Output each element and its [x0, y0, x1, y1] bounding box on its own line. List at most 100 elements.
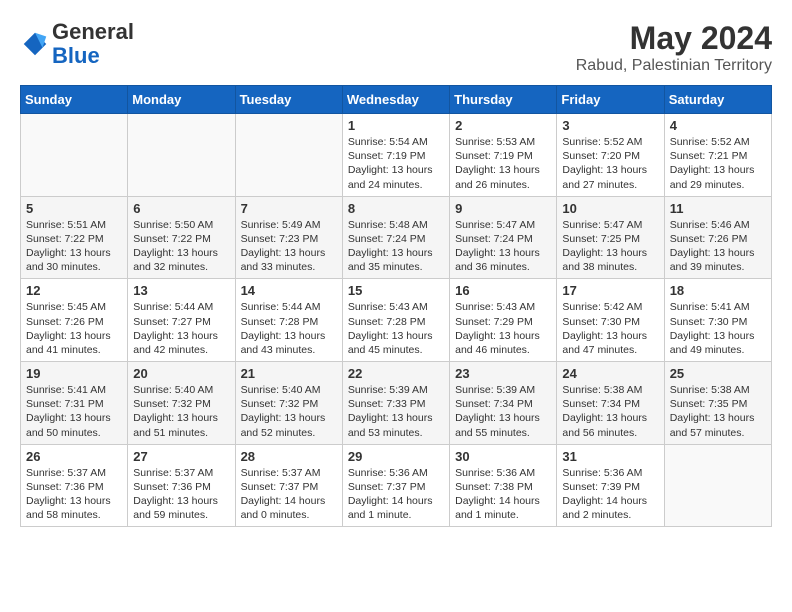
day-info: Sunrise: 5:48 AM Sunset: 7:24 PM Dayligh… — [348, 218, 444, 275]
day-number: 31 — [562, 449, 658, 464]
calendar-cell: 24 Sunrise: 5:38 AM Sunset: 7:34 PM Dayli… — [557, 362, 664, 445]
calendar-cell: 7 Sunrise: 5:49 AM Sunset: 7:23 PM Daylig… — [235, 196, 342, 279]
day-info: Sunrise: 5:54 AM Sunset: 7:19 PM Dayligh… — [348, 135, 444, 192]
day-info: Sunrise: 5:44 AM Sunset: 7:28 PM Dayligh… — [241, 300, 337, 357]
day-info: Sunrise: 5:39 AM Sunset: 7:34 PM Dayligh… — [455, 383, 551, 440]
location: Rabud, Palestinian Territory — [576, 57, 772, 75]
day-number: 29 — [348, 449, 444, 464]
month-year: May 2024 — [576, 20, 772, 57]
day-info: Sunrise: 5:36 AM Sunset: 7:39 PM Dayligh… — [562, 466, 658, 523]
day-number: 22 — [348, 366, 444, 381]
day-number: 5 — [26, 201, 122, 216]
day-number: 12 — [26, 283, 122, 298]
week-row-2: 5 Sunrise: 5:51 AM Sunset: 7:22 PM Daylig… — [21, 196, 772, 279]
day-info: Sunrise: 5:39 AM Sunset: 7:33 PM Dayligh… — [348, 383, 444, 440]
calendar-cell: 11 Sunrise: 5:46 AM Sunset: 7:26 PM Dayli… — [664, 196, 771, 279]
title-block: May 2024 Rabud, Palestinian Territory — [576, 20, 772, 75]
day-number: 25 — [670, 366, 766, 381]
calendar-cell: 12 Sunrise: 5:45 AM Sunset: 7:26 PM Dayli… — [21, 279, 128, 362]
calendar-cell: 15Sunrise: 5:43 AM Sunset: 7:28 PM Dayli… — [342, 279, 449, 362]
day-info: Sunrise: 5:37 AM Sunset: 7:36 PM Dayligh… — [133, 466, 229, 523]
calendar-cell: 17 Sunrise: 5:42 AM Sunset: 7:30 PM Dayli… — [557, 279, 664, 362]
day-info: Sunrise: 5:50 AM Sunset: 7:22 PM Dayligh… — [133, 218, 229, 275]
weekday-header-monday: Monday — [128, 86, 235, 114]
calendar-cell: 27 Sunrise: 5:37 AM Sunset: 7:36 PM Dayli… — [128, 444, 235, 527]
calendar-cell: 26 Sunrise: 5:37 AM Sunset: 7:36 PM Dayli… — [21, 444, 128, 527]
week-row-1: 1 Sunrise: 5:54 AM Sunset: 7:19 PM Daylig… — [21, 114, 772, 197]
calendar-cell: 19 Sunrise: 5:41 AM Sunset: 7:31 PM Dayli… — [21, 362, 128, 445]
day-number: 28 — [241, 449, 337, 464]
calendar-cell: 31 Sunrise: 5:36 AM Sunset: 7:39 PM Dayli… — [557, 444, 664, 527]
day-number: 8 — [348, 201, 444, 216]
day-info: Sunrise: 5:41 AM Sunset: 7:31 PM Dayligh… — [26, 383, 122, 440]
day-info: Sunrise: 5:42 AM Sunset: 7:30 PM Dayligh… — [562, 300, 658, 357]
day-number: 10 — [562, 201, 658, 216]
logo-line2: Blue — [52, 44, 134, 68]
day-info: Sunrise: 5:43 AM Sunset: 7:29 PM Dayligh… — [455, 300, 551, 357]
calendar-cell: 21 Sunrise: 5:40 AM Sunset: 7:32 PM Dayli… — [235, 362, 342, 445]
day-info: Sunrise: 5:49 AM Sunset: 7:23 PM Dayligh… — [241, 218, 337, 275]
day-info: Sunrise: 5:51 AM Sunset: 7:22 PM Dayligh… — [26, 218, 122, 275]
calendar-cell — [21, 114, 128, 197]
week-row-5: 26 Sunrise: 5:37 AM Sunset: 7:36 PM Dayli… — [21, 444, 772, 527]
day-number: 18 — [670, 283, 766, 298]
day-number: 3 — [562, 118, 658, 133]
day-number: 4 — [670, 118, 766, 133]
calendar-cell: 22 Sunrise: 5:39 AM Sunset: 7:33 PM Dayli… — [342, 362, 449, 445]
week-row-3: 12 Sunrise: 5:45 AM Sunset: 7:26 PM Dayli… — [21, 279, 772, 362]
day-number: 27 — [133, 449, 229, 464]
day-info: Sunrise: 5:52 AM Sunset: 7:21 PM Dayligh… — [670, 135, 766, 192]
calendar-cell: 8 Sunrise: 5:48 AM Sunset: 7:24 PM Daylig… — [342, 196, 449, 279]
day-info: Sunrise: 5:53 AM Sunset: 7:19 PM Dayligh… — [455, 135, 551, 192]
calendar-table: SundayMondayTuesdayWednesdayThursdayFrid… — [20, 85, 772, 527]
day-info: Sunrise: 5:46 AM Sunset: 7:26 PM Dayligh… — [670, 218, 766, 275]
calendar-cell — [664, 444, 771, 527]
day-number: 9 — [455, 201, 551, 216]
day-number: 15 — [348, 283, 444, 298]
day-number: 30 — [455, 449, 551, 464]
day-number: 21 — [241, 366, 337, 381]
day-number: 17 — [562, 283, 658, 298]
day-number: 14 — [241, 283, 337, 298]
day-info: Sunrise: 5:37 AM Sunset: 7:37 PM Dayligh… — [241, 466, 337, 523]
calendar-cell: 28 Sunrise: 5:37 AM Sunset: 7:37 PM Dayli… — [235, 444, 342, 527]
weekday-header-row: SundayMondayTuesdayWednesdayThursdayFrid… — [21, 86, 772, 114]
day-info: Sunrise: 5:38 AM Sunset: 7:34 PM Dayligh… — [562, 383, 658, 440]
day-info: Sunrise: 5:45 AM Sunset: 7:26 PM Dayligh… — [26, 300, 122, 357]
day-info: Sunrise: 5:40 AM Sunset: 7:32 PM Dayligh… — [241, 383, 337, 440]
day-number: 24 — [562, 366, 658, 381]
day-info: Sunrise: 5:36 AM Sunset: 7:37 PM Dayligh… — [348, 466, 444, 523]
calendar-cell — [128, 114, 235, 197]
calendar-cell: 23 Sunrise: 5:39 AM Sunset: 7:34 PM Dayli… — [450, 362, 557, 445]
day-number: 11 — [670, 201, 766, 216]
calendar-cell: 14 Sunrise: 5:44 AM Sunset: 7:28 PM Dayli… — [235, 279, 342, 362]
calendar-cell: 13Sunrise: 5:44 AM Sunset: 7:27 PM Dayli… — [128, 279, 235, 362]
weekday-header-wednesday: Wednesday — [342, 86, 449, 114]
day-number: 7 — [241, 201, 337, 216]
day-info: Sunrise: 5:37 AM Sunset: 7:36 PM Dayligh… — [26, 466, 122, 523]
calendar-cell: 1 Sunrise: 5:54 AM Sunset: 7:19 PM Daylig… — [342, 114, 449, 197]
day-number: 23 — [455, 366, 551, 381]
day-number: 26 — [26, 449, 122, 464]
weekday-header-tuesday: Tuesday — [235, 86, 342, 114]
calendar-cell: 30 Sunrise: 5:36 AM Sunset: 7:38 PM Dayli… — [450, 444, 557, 527]
day-info: Sunrise: 5:44 AM Sunset: 7:27 PM Dayligh… — [133, 300, 229, 357]
logo: General Blue — [20, 20, 134, 68]
day-info: Sunrise: 5:47 AM Sunset: 7:25 PM Dayligh… — [562, 218, 658, 275]
weekday-header-thursday: Thursday — [450, 86, 557, 114]
calendar-cell: 25 Sunrise: 5:38 AM Sunset: 7:35 PM Dayli… — [664, 362, 771, 445]
day-number: 19 — [26, 366, 122, 381]
day-number: 1 — [348, 118, 444, 133]
logo-line1: General — [52, 20, 134, 44]
day-number: 20 — [133, 366, 229, 381]
page-header: General Blue May 2024 Rabud, Palestinian… — [20, 20, 772, 75]
day-info: Sunrise: 5:38 AM Sunset: 7:35 PM Dayligh… — [670, 383, 766, 440]
calendar-cell: 4 Sunrise: 5:52 AM Sunset: 7:21 PM Daylig… — [664, 114, 771, 197]
calendar-cell: 18Sunrise: 5:41 AM Sunset: 7:30 PM Dayli… — [664, 279, 771, 362]
day-number: 2 — [455, 118, 551, 133]
weekday-header-saturday: Saturday — [664, 86, 771, 114]
day-info: Sunrise: 5:52 AM Sunset: 7:20 PM Dayligh… — [562, 135, 658, 192]
day-number: 16 — [455, 283, 551, 298]
day-info: Sunrise: 5:36 AM Sunset: 7:38 PM Dayligh… — [455, 466, 551, 523]
calendar-cell: 6Sunrise: 5:50 AM Sunset: 7:22 PM Daylig… — [128, 196, 235, 279]
